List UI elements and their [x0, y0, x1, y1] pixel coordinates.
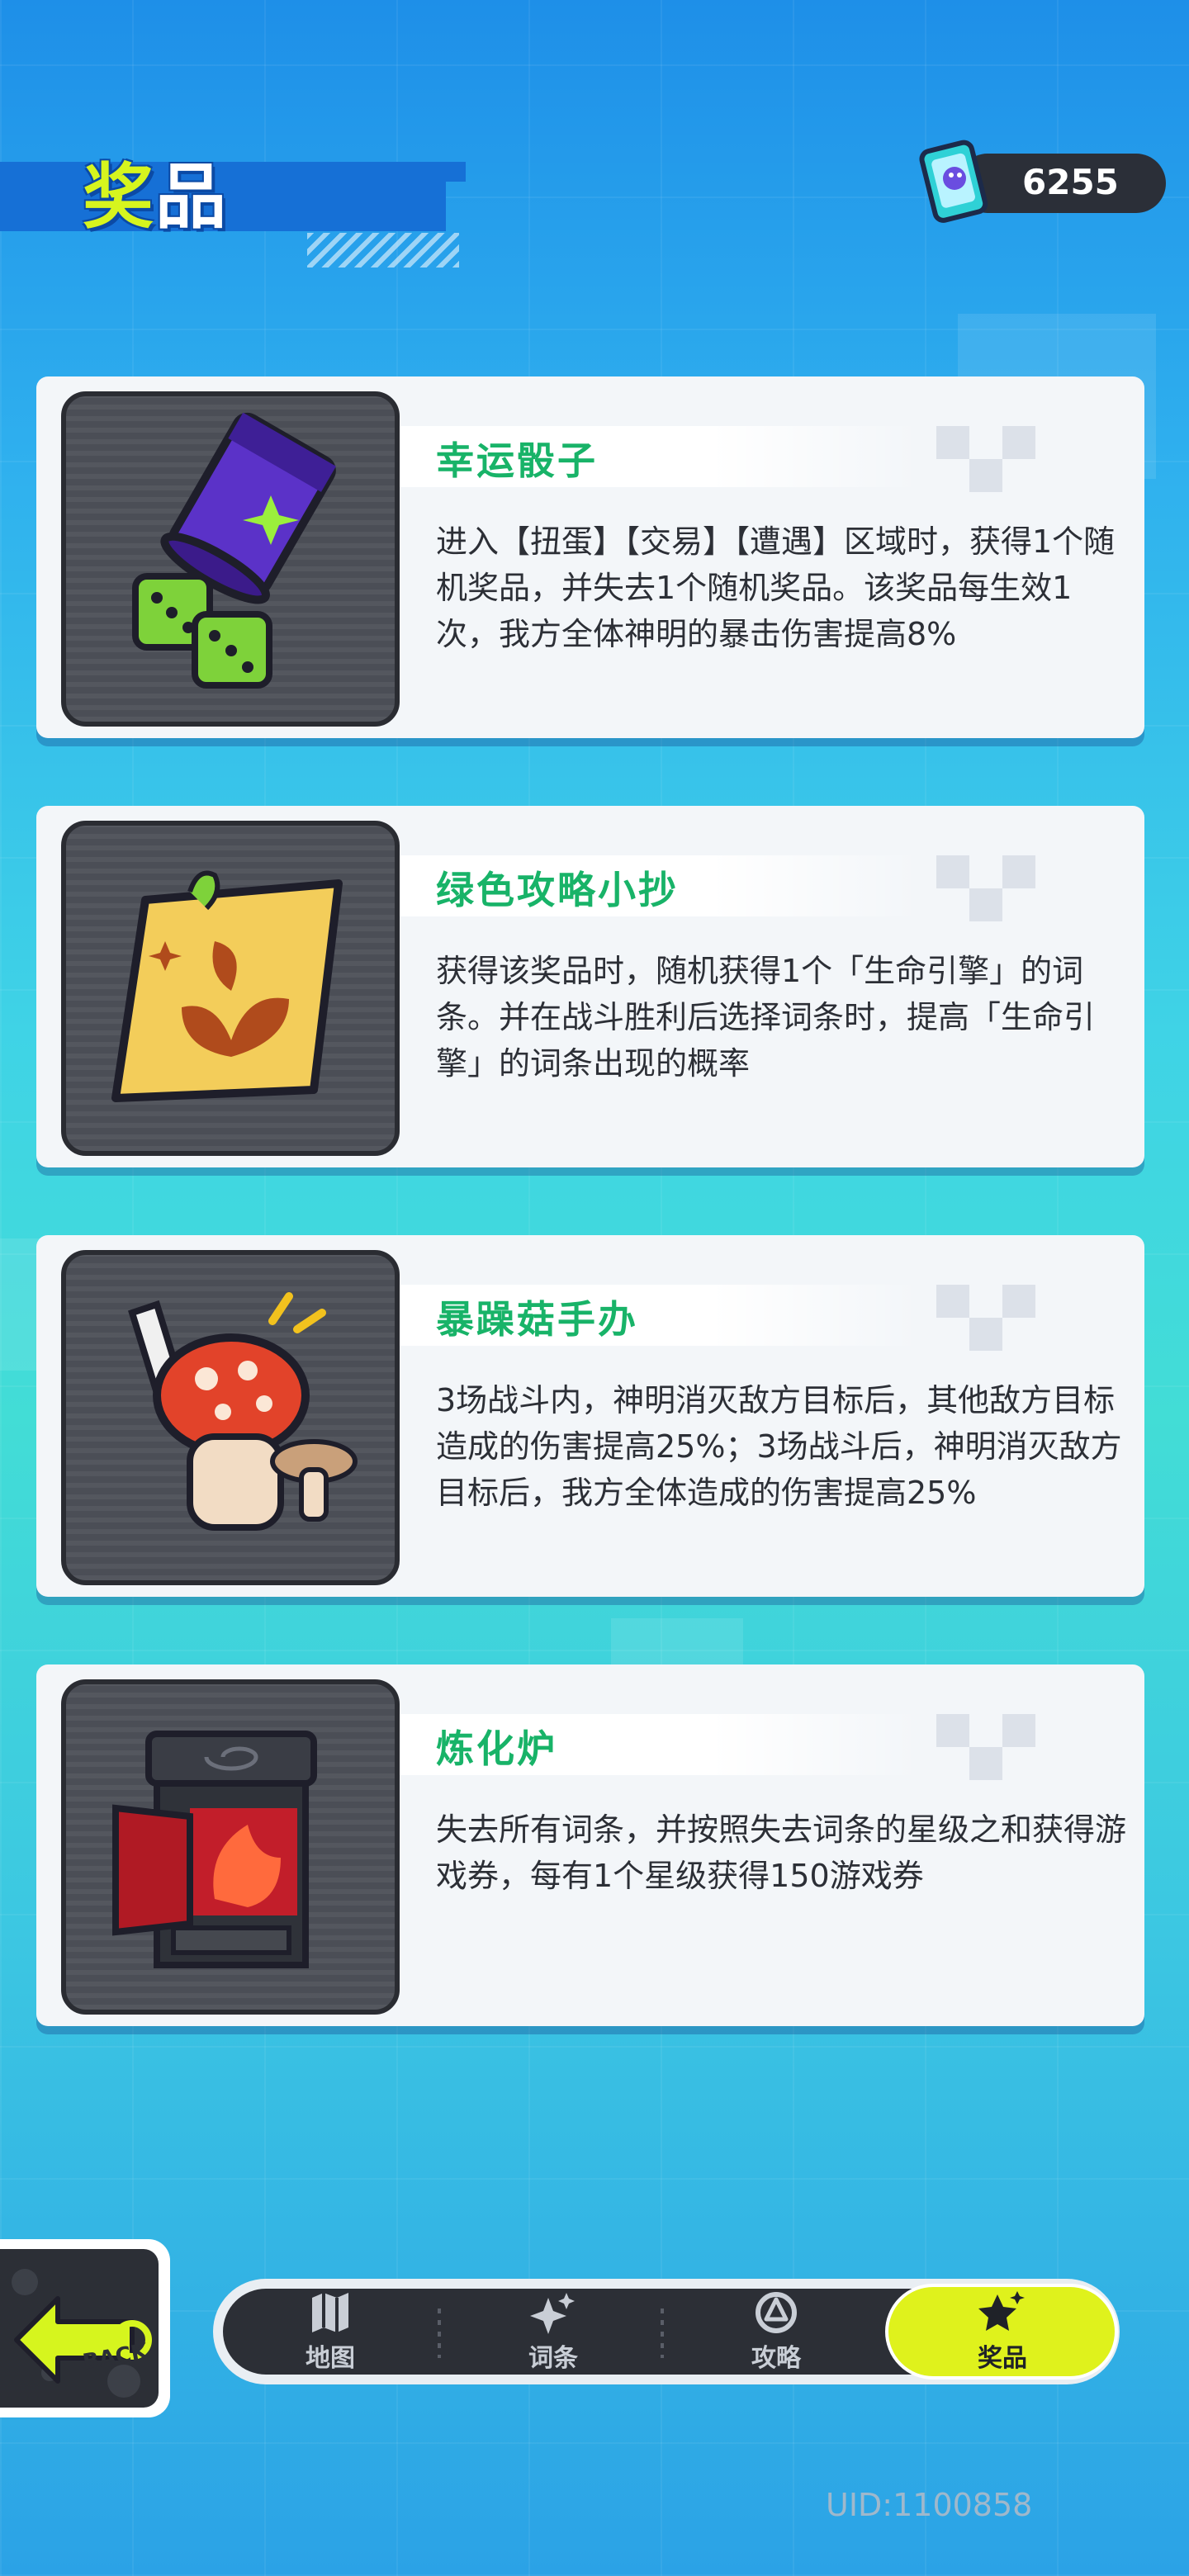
- nav-separator: [661, 2308, 664, 2358]
- reward-title: 绿色攻略小抄: [436, 868, 679, 912]
- pixel-decor: [969, 1747, 1002, 1780]
- map-icon: [312, 2293, 348, 2332]
- reward-card[interactable]: 幸运骰子 进入【扭蛋】【交易】【遭遇】区域时，获得1个随机奖品，并失去1个随机奖…: [36, 376, 1144, 738]
- nav-label: 攻略: [751, 2344, 801, 2373]
- sticky-note-icon: [61, 821, 400, 1156]
- nav-label: 奖品: [978, 2344, 1027, 2373]
- pixel-decor: [1002, 855, 1035, 888]
- pixel-decor: [936, 1285, 969, 1318]
- reward-card[interactable]: 炼化炉 失去所有词条，并按照失去词条的星级之和获得游戏券，每有1个星级获得150…: [36, 1664, 1144, 2026]
- nav-label: 地图: [306, 2344, 355, 2373]
- pixel-decor: [936, 426, 969, 459]
- pixel-decor: [1002, 1714, 1035, 1747]
- reward-card[interactable]: 暴躁菇手办 3场战斗内，神明消灭敌方目标后，其他敌方目标造成的伤害提高25%；3…: [36, 1235, 1144, 1597]
- furnace-icon: [61, 1679, 400, 2015]
- currency-value: 6255: [1022, 162, 1119, 202]
- page-title: 奖品: [83, 139, 228, 242]
- reward-title: 幸运骰子: [436, 438, 598, 483]
- reward-title: 暴躁菇手办: [436, 1297, 638, 1342]
- ticket-icon: [917, 137, 996, 226]
- pixel-decor: [936, 1714, 969, 1747]
- reward-description: 进入【扭蛋】【交易】【遭遇】区域时，获得1个随机奖品，并失去1个随机奖品。该奖品…: [436, 523, 1116, 652]
- pixel-decor: [1002, 1285, 1035, 1318]
- sparkle-icon: [530, 2293, 575, 2334]
- back-button-face[interactable]: [0, 2249, 159, 2408]
- mushroom-figure-icon: [61, 1250, 400, 1585]
- uid-label: UID:1100858: [826, 2487, 1033, 2523]
- pixel-decor: [969, 1318, 1002, 1351]
- reward-description: 失去所有词条，并按照失去词条的星级之和获得游戏券，每有1个星级获得150游戏券: [436, 1811, 1127, 1894]
- nav-label: 词条: [528, 2344, 578, 2373]
- strategy-icon: [756, 2292, 797, 2333]
- page-title-first-char: 奖: [83, 156, 155, 239]
- pixel-decor: [969, 888, 1002, 921]
- pixel-decor: [1002, 426, 1035, 459]
- nav-separator: [438, 2308, 441, 2358]
- nav-item-entries[interactable]: 词条: [462, 2289, 644, 2375]
- pixel-decor: [936, 855, 969, 888]
- reward-description: 获得该奖品时，随机获得1个「生命引擎」的词条。并在战斗胜利后选择词条时，提高「生…: [436, 953, 1096, 1082]
- reward-star-icon: [978, 2291, 1025, 2331]
- reward-description: 3场战斗内，神明消灭敌方目标后，其他敌方目标造成的伤害提高25%；3场战斗后，神…: [436, 1382, 1122, 1511]
- title-stripes: [307, 233, 459, 268]
- dice-cup-icon: [61, 391, 400, 727]
- back-arrow-icon: [12, 2269, 152, 2398]
- pixel-decor: [969, 459, 1002, 492]
- reward-title: 炼化炉: [436, 1726, 557, 1771]
- nav-item-strategy[interactable]: 攻略: [685, 2289, 867, 2375]
- reward-card[interactable]: 绿色攻略小抄 获得该奖品时，随机获得1个「生命引擎」的词条。并在战斗胜利后选择词…: [36, 806, 1144, 1167]
- title-accent: [446, 162, 466, 182]
- nav-item-rewards[interactable]: 奖品: [912, 2289, 1093, 2375]
- nav-item-map[interactable]: 地图: [239, 2289, 421, 2375]
- page-title-rest: 品: [155, 156, 228, 239]
